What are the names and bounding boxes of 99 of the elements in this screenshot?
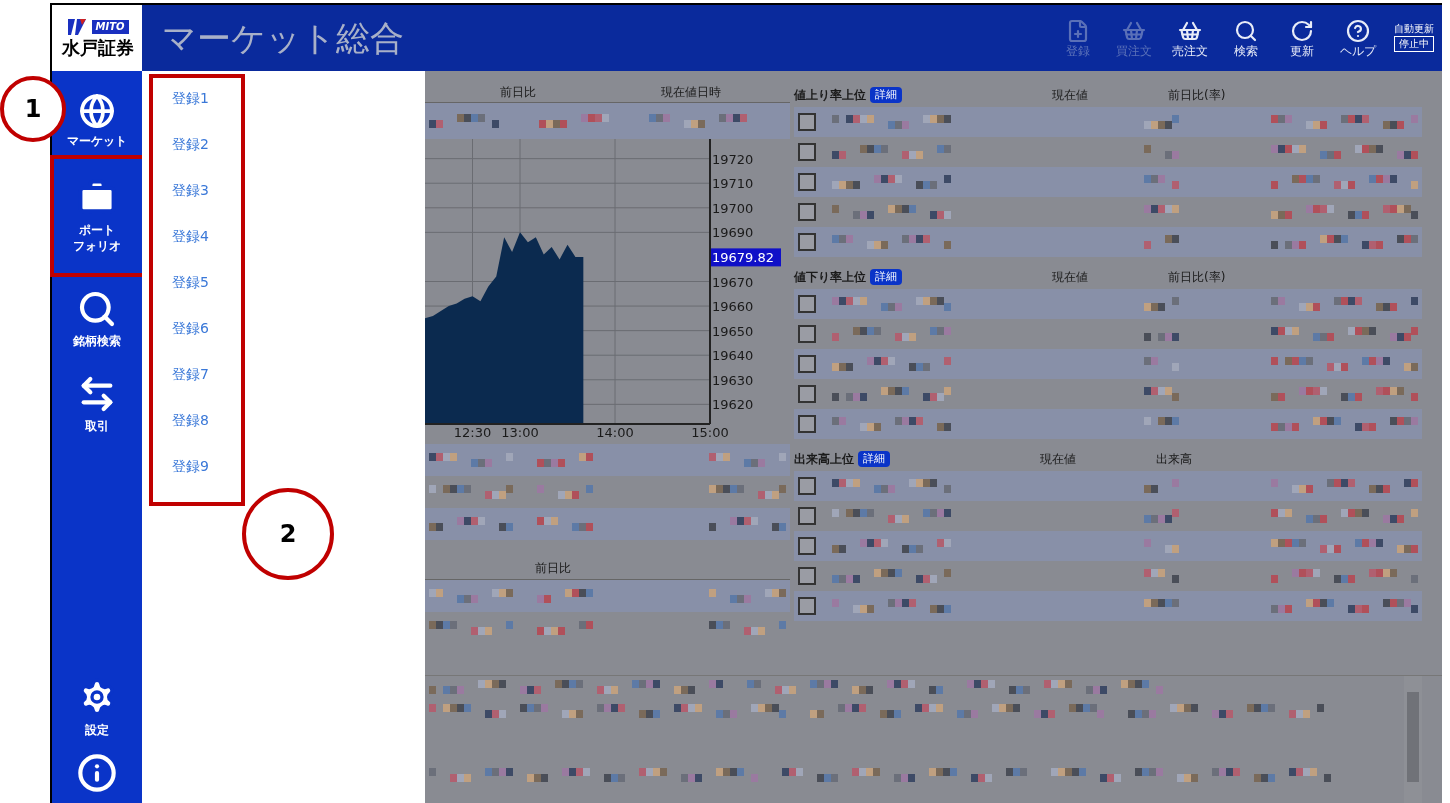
pixelated-text: [1144, 479, 1179, 493]
axis-label: 19720: [712, 151, 754, 167]
pixelated-text: [1144, 387, 1179, 401]
basket-icon: [1122, 19, 1146, 43]
axis-label: 12:30: [453, 425, 492, 440]
sidebar-item[interactable]: 取引: [77, 373, 117, 434]
sidebar-item[interactable]: マーケット: [67, 92, 127, 149]
column-header: 現在値: [1052, 87, 1088, 104]
row-checkbox[interactable]: [798, 597, 816, 615]
sidebar-item[interactable]: 設定: [77, 673, 117, 743]
column-header: 現在値: [1052, 269, 1088, 286]
menu-item[interactable]: 登録3: [172, 167, 209, 213]
logo-text: MITO: [91, 20, 129, 34]
toolbar-button[interactable]: 検索: [1218, 19, 1274, 57]
row-checkbox[interactable]: [798, 143, 816, 161]
pixelated-text: [1144, 175, 1179, 189]
axis-label: 19640: [712, 348, 754, 364]
menu-item[interactable]: 登録6: [172, 305, 209, 351]
pixelated-text: [537, 589, 593, 603]
row-checkbox[interactable]: [798, 567, 816, 585]
sidebar-label: 銘柄検索: [73, 332, 121, 349]
detail-button[interactable]: 詳細: [870, 87, 902, 103]
row-checkbox[interactable]: [798, 507, 816, 525]
axis-label: 19700: [712, 200, 754, 216]
row-checkbox[interactable]: [798, 113, 816, 131]
axis-label: 13:00: [501, 425, 539, 440]
search-icon: [1234, 19, 1258, 43]
menu-item[interactable]: 登録2: [172, 121, 209, 167]
row-checkbox[interactable]: [798, 325, 816, 343]
toolbar-button[interactable]: ヘルプ: [1330, 19, 1386, 57]
info-icon: [77, 753, 117, 793]
sidebar-label: マーケット: [67, 132, 127, 149]
section-title: 値上り率上位: [794, 87, 866, 104]
auto-update-label: 自動更新: [1394, 24, 1434, 34]
axis-label: 19620: [712, 397, 754, 413]
column-header: 前日比: [535, 560, 571, 577]
globe-icon: [79, 92, 115, 129]
pixelated-text: [1144, 509, 1179, 523]
axis-label: 19690: [712, 225, 754, 241]
section-title: 値下り率上位: [794, 269, 866, 286]
detail-button[interactable]: 詳細: [870, 269, 902, 285]
help-icon: [1346, 19, 1370, 43]
axis-label: 14:00: [596, 425, 634, 440]
refresh-icon: [1290, 19, 1314, 43]
axis-label: 19650: [712, 323, 754, 339]
pixelated-text: [537, 453, 593, 467]
axis-label: 15:00: [691, 425, 729, 440]
page-title: マーケット総合: [162, 21, 404, 55]
auto-update-status[interactable]: 停止中: [1394, 36, 1434, 52]
axis-label: 19660: [712, 299, 754, 315]
row-checkbox[interactable]: [798, 415, 816, 433]
column-header: 出来高: [1156, 451, 1192, 468]
pixelated-text: [539, 114, 609, 128]
sidebar-item[interactable]: 銘柄検索: [73, 288, 121, 349]
row-checkbox[interactable]: [798, 233, 816, 251]
row-checkbox[interactable]: [798, 385, 816, 403]
menu-item[interactable]: 登録1: [172, 75, 209, 121]
toolbar-button[interactable]: 売注文: [1162, 19, 1218, 57]
menu-item[interactable]: 登録5: [172, 259, 209, 305]
axis-label: 19670: [712, 274, 754, 290]
sidebar-label: ポート: [79, 222, 115, 238]
sidebar-item[interactable]: ポート フォリオ: [73, 178, 121, 254]
pixelated-text: [537, 485, 593, 499]
section-title: 出来高上位: [794, 451, 854, 468]
pixelated-text: [1144, 569, 1179, 583]
column-header: 前日比: [500, 83, 536, 101]
pixelated-text: [1144, 539, 1179, 553]
column-header: 現在値: [1040, 451, 1076, 468]
pixelated-text: [429, 114, 499, 128]
axis-label: 19710: [712, 176, 754, 192]
row-checkbox[interactable]: [798, 537, 816, 555]
detail-button[interactable]: 詳細: [858, 451, 890, 467]
row-checkbox[interactable]: [798, 295, 816, 313]
row-checkbox[interactable]: [798, 173, 816, 191]
menu-item[interactable]: 登録8: [172, 397, 209, 443]
menu-item[interactable]: 登録9: [172, 443, 209, 489]
row-checkbox[interactable]: [798, 477, 816, 495]
sidebar-label: 取引: [85, 417, 109, 434]
menu-item[interactable]: 登録7: [172, 351, 209, 397]
pixelated-text: [1144, 297, 1179, 311]
toolbar-button[interactable]: 更新: [1274, 19, 1330, 57]
row-checkbox[interactable]: [798, 355, 816, 373]
axis-label: 19630: [712, 372, 754, 388]
sidebar-label: フォリオ: [73, 238, 121, 254]
pixelated-text: [1144, 115, 1179, 129]
brand-name: 水戸証券: [62, 39, 134, 57]
pixelated-text: [1144, 145, 1179, 159]
column-header: 前日比(率): [1168, 269, 1226, 286]
column-header: 前日比(率): [1168, 87, 1226, 104]
column-header: 現在値日時: [661, 83, 721, 101]
menu-item[interactable]: 登録4: [172, 213, 209, 259]
pixelated-text: [537, 621, 593, 635]
pixelated-text: [1144, 235, 1179, 249]
price-label: 19679.82: [711, 248, 781, 267]
row-checkbox[interactable]: [798, 203, 816, 221]
file-plus-icon: [1066, 19, 1090, 43]
basket-icon: [1178, 19, 1202, 43]
pixelated-text: [537, 517, 593, 531]
pixelated-text: [1144, 357, 1179, 371]
